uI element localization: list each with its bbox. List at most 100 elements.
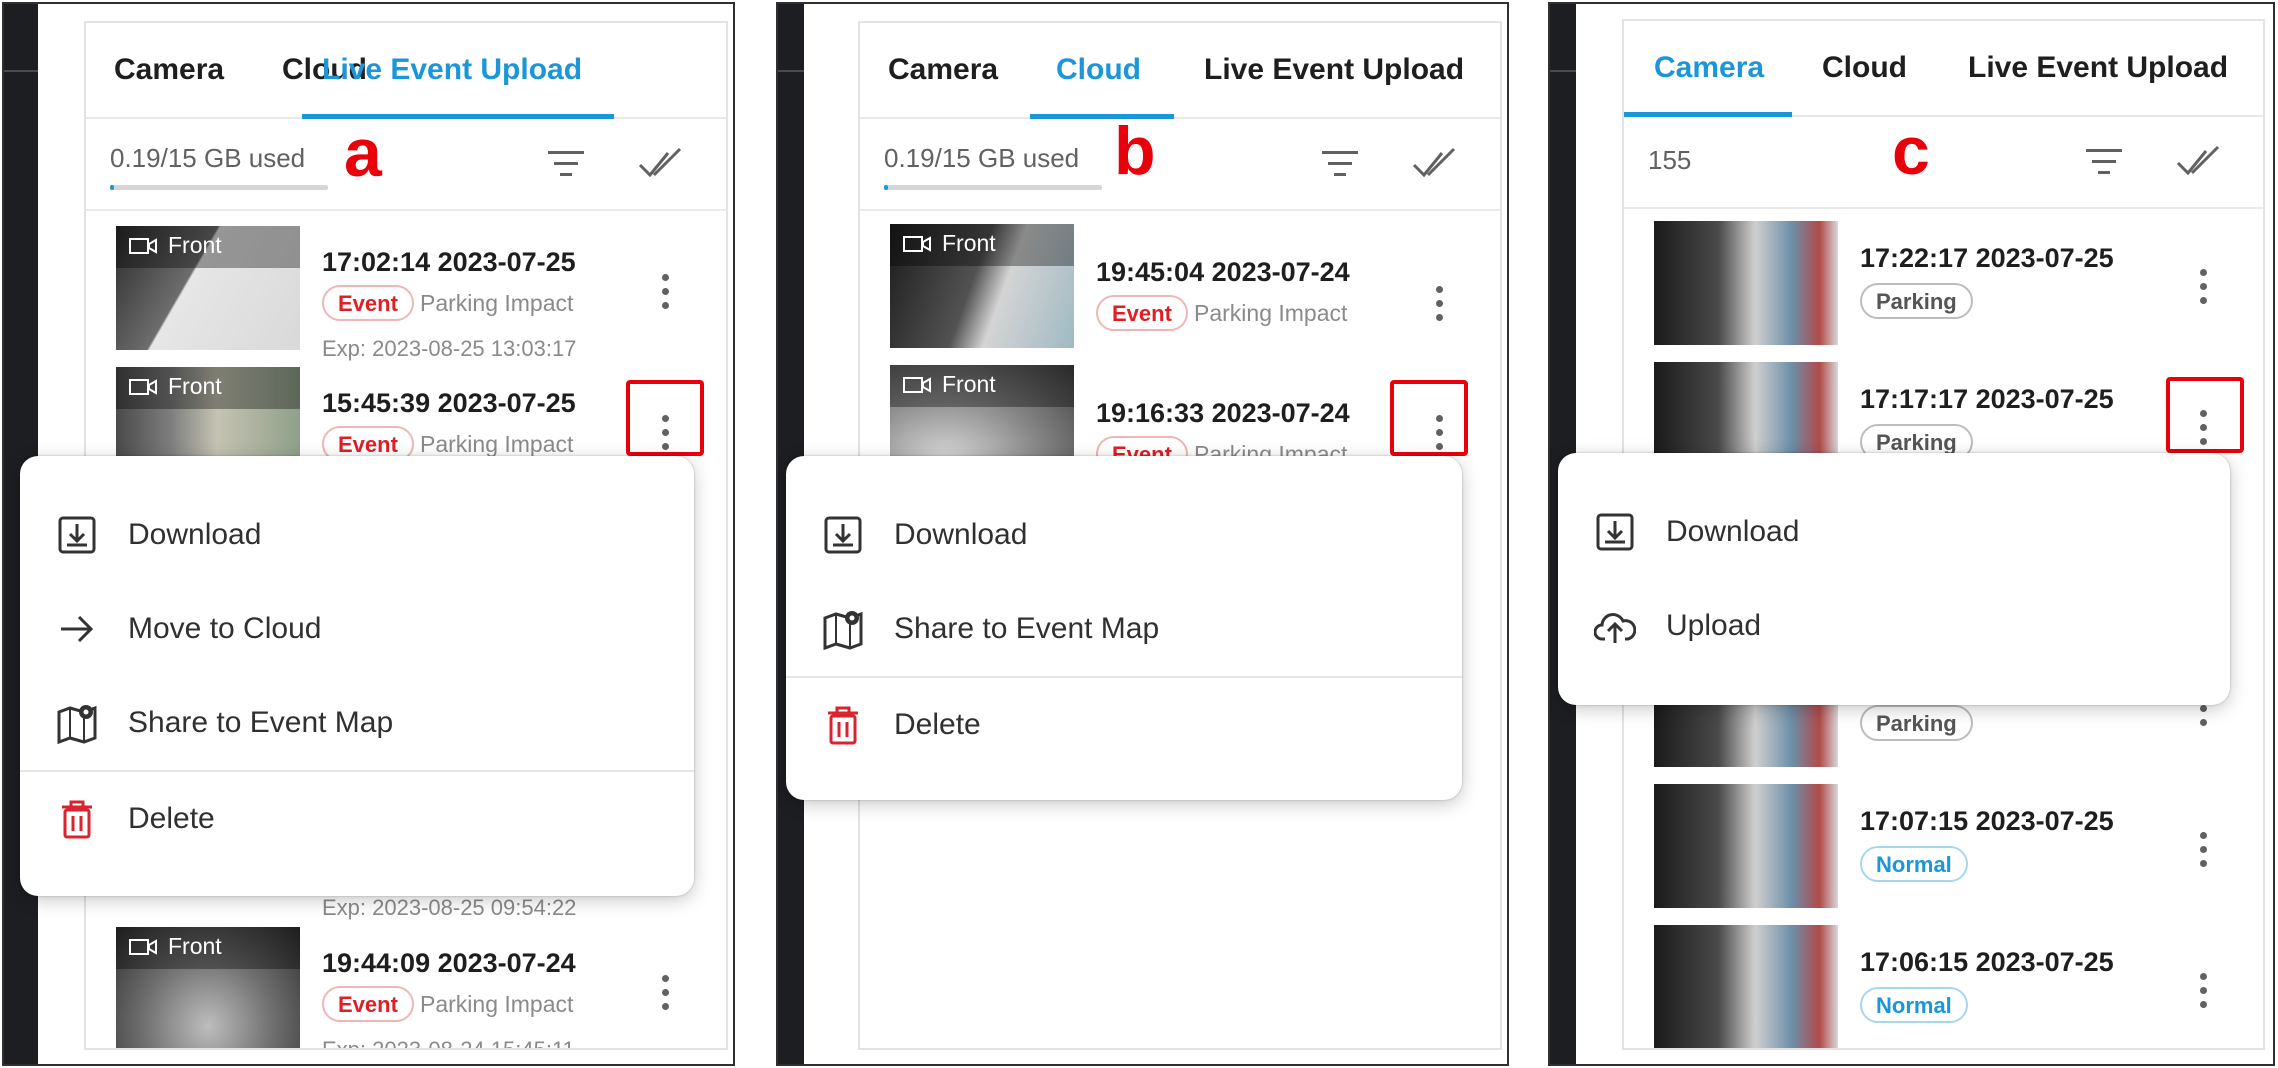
menu-item-share-to-event-map[interactable]: Share to Event Map: [786, 586, 1462, 672]
filter-icon[interactable]: [2084, 145, 2124, 179]
event-timestamp: 17:02:14 2023-07-25: [322, 247, 576, 277]
mode-badge: Normal: [1860, 987, 1968, 1023]
filter-icon[interactable]: [1320, 147, 1360, 181]
panel-b: Camera Cloud Live Event Upload 0.19/15 G…: [776, 2, 1509, 1066]
event-timestamp: 19:44:09 2023-07-24: [322, 948, 576, 978]
panel-a: Camera Cloud Live Event Upload 0.19/15 G…: [2, 2, 735, 1066]
highlight-box: [626, 380, 704, 456]
camera-label: Front: [168, 232, 222, 258]
storage-progress-fill: [110, 185, 115, 190]
camera-label: Front: [942, 230, 996, 256]
recording-count: 155: [1648, 145, 1692, 175]
tab-camera[interactable]: Camera: [888, 53, 998, 87]
recording-item[interactable]: 17:06:15 2023-07-25 Normal: [1624, 925, 2263, 1048]
tab-cloud[interactable]: Cloud: [1056, 53, 1141, 87]
cloud-upload-icon: [1594, 613, 1636, 643]
menu-item-share-to-event-map[interactable]: Share to Event Map: [20, 680, 694, 766]
event-type: Parking Impact: [1194, 300, 1348, 326]
storage-usage-text: 0.19/15 GB used: [884, 143, 1080, 173]
more-options-icon[interactable]: [656, 973, 676, 1013]
event-badge: Event: [1096, 295, 1188, 331]
video-thumbnail[interactable]: Front: [116, 226, 300, 350]
tab-bar: Camera Cloud Live Event Upload: [860, 23, 1500, 119]
download-icon: [824, 516, 862, 554]
video-camera-icon: [903, 236, 931, 252]
video-thumbnail[interactable]: Front: [890, 224, 1074, 348]
menu-item-download[interactable]: Download: [20, 492, 694, 578]
video-thumbnail[interactable]: [1654, 925, 1838, 1048]
tab-bar: Camera Cloud Live Event Upload: [1624, 21, 2263, 117]
tab-camera[interactable]: Camera: [1654, 51, 1764, 85]
menu-item-label: Share to Event Map: [128, 706, 394, 739]
event-timestamp: 19:45:04 2023-07-24: [1096, 257, 1350, 287]
menu-item-move-to-cloud[interactable]: Move to Cloud: [20, 586, 694, 672]
storage-progress-bar: [110, 185, 328, 190]
menu-item-download[interactable]: Download: [786, 492, 1462, 578]
camera-label: Front: [942, 371, 996, 397]
video-camera-icon: [129, 379, 157, 395]
menu-item-label: Move to Cloud: [128, 612, 322, 645]
video-thumbnail[interactable]: [1654, 784, 1838, 908]
video-thumbnail[interactable]: [1654, 221, 1838, 345]
panel-c: Camera Cloud Live Event Upload 155 17:22…: [1548, 2, 2275, 1066]
video-camera-icon: [129, 939, 157, 955]
tab-camera[interactable]: Camera: [114, 53, 224, 87]
download-icon: [58, 516, 96, 554]
select-all-icon[interactable]: [2176, 145, 2228, 179]
panel-label: a: [344, 115, 382, 191]
status-bar: 0.19/15 GB used: [860, 119, 1500, 211]
menu-item-label: Download: [128, 518, 262, 551]
video-thumbnail[interactable]: Front: [116, 927, 300, 1048]
tab-cloud[interactable]: Cloud: [1822, 51, 1907, 85]
status-bar: 0.19/15 GB used: [86, 119, 726, 211]
menu-item-label: Delete: [128, 802, 215, 835]
camera-label: Front: [168, 933, 222, 959]
more-options-icon[interactable]: [2194, 971, 2214, 1011]
more-options-icon[interactable]: [1430, 284, 1450, 324]
trash-icon: [828, 706, 858, 745]
event-item[interactable]: Front 19:45:04 2023-07-24 Event Parking …: [860, 224, 1500, 354]
tab-live-event-upload[interactable]: Live Event Upload: [1204, 53, 1464, 87]
menu-item-download[interactable]: Download: [1558, 489, 2230, 575]
expiry-text: Exp: 2023-08-25 09:54:22: [322, 895, 577, 920]
recording-item[interactable]: 17:22:17 2023-07-25 Parking: [1624, 221, 2263, 351]
more-options-icon[interactable]: [2194, 267, 2214, 307]
menu-item-label: Share to Event Map: [894, 612, 1160, 645]
event-item[interactable]: Front 19:44:09 2023-07-24 Event Parking …: [86, 927, 726, 1050]
event-badge: Event: [322, 986, 414, 1022]
mode-badge: Normal: [1860, 846, 1968, 882]
event-item[interactable]: Front 17:02:14 2023-07-25 Event Parking …: [86, 226, 726, 361]
map-pin-icon: [57, 705, 97, 744]
more-options-icon[interactable]: [2194, 830, 2214, 870]
menu-item-label: Delete: [894, 708, 981, 741]
menu-item-delete[interactable]: Delete: [20, 776, 694, 862]
menu-item-upload[interactable]: Upload: [1558, 583, 2230, 669]
tab-live-event-upload[interactable]: Live Event Upload: [1968, 51, 2228, 85]
highlight-box: [2166, 377, 2244, 453]
menu-item-label: Upload: [1666, 609, 1762, 642]
video-camera-icon: [903, 377, 931, 393]
camera-label: Front: [168, 373, 222, 399]
status-bar: 155: [1624, 117, 2263, 209]
filter-icon[interactable]: [546, 147, 586, 181]
select-all-icon[interactable]: [1412, 147, 1464, 181]
event-type: Parking Impact: [420, 290, 574, 316]
trash-icon: [62, 800, 92, 839]
expiry-text: Exp: 2023-08-24 15:45:11: [322, 1037, 575, 1050]
event-type: Parking Impact: [420, 991, 574, 1017]
context-menu: Download Move to Cloud Share to Event Ma…: [20, 456, 694, 896]
recording-timestamp: 17:06:15 2023-07-25: [1860, 947, 2114, 977]
recording-item[interactable]: 17:07:15 2023-07-25 Normal: [1624, 784, 2263, 914]
event-type: Parking Impact: [420, 431, 574, 457]
more-options-icon[interactable]: [656, 272, 676, 312]
map-pin-icon: [823, 611, 863, 650]
select-all-icon[interactable]: [638, 147, 690, 181]
download-icon: [1596, 513, 1634, 551]
menu-item-delete[interactable]: Delete: [786, 682, 1462, 768]
menu-item-label: Download: [894, 518, 1028, 551]
arrow-right-icon: [61, 615, 94, 643]
mode-badge: Parking: [1860, 283, 1973, 319]
storage-usage-text: 0.19/15 GB used: [110, 143, 306, 173]
storage-progress-fill: [884, 185, 889, 190]
tab-live-event-upload[interactable]: Live Event Upload: [322, 53, 582, 87]
